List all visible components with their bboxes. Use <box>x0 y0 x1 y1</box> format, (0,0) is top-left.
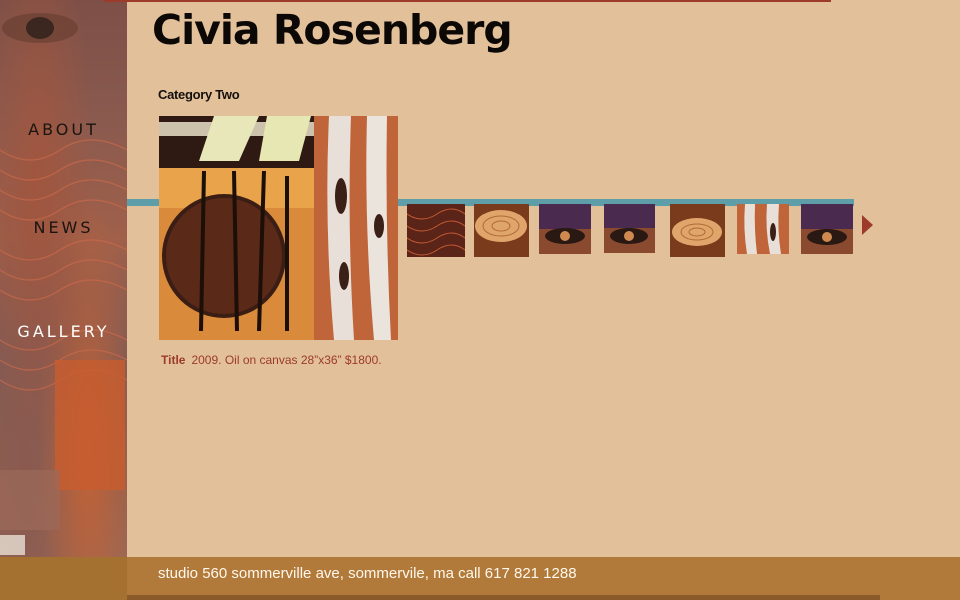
nav-news[interactable]: NEWS <box>0 218 127 237</box>
nav-gallery[interactable]: GALLERY <box>0 322 127 341</box>
thumbnail-5-image <box>672 218 722 246</box>
featured-painting-image <box>159 116 398 340</box>
thumbnail-3[interactable] <box>539 204 591 254</box>
thumbnail-7[interactable] <box>801 204 853 254</box>
next-arrow-icon[interactable] <box>862 215 873 235</box>
thumbnail-6[interactable] <box>737 204 789 254</box>
top-rule <box>104 0 831 2</box>
sidebar-painting <box>0 13 127 555</box>
artwork-details: 2009. Oil on canvas 28”x36” $1800. <box>191 353 382 367</box>
thumbnail-2-image <box>475 210 527 242</box>
thumbnail-2[interactable] <box>474 204 529 257</box>
thumbnail-7-image <box>801 229 853 254</box>
footer-rule <box>127 595 880 600</box>
thumbnail-5[interactable] <box>670 204 725 257</box>
footer-left-block <box>0 557 127 600</box>
footer-contact: studio 560 sommerville ave, sommervile, … <box>158 565 577 582</box>
nav-about[interactable]: ABOUT <box>0 120 127 139</box>
thumbnail-4-image <box>604 228 655 253</box>
thumbnail-6-image <box>744 204 781 254</box>
thumbnail-1[interactable] <box>407 204 465 257</box>
thumbnail-4[interactable] <box>604 204 655 253</box>
site-title: Civia Rosenberg <box>152 6 513 54</box>
category-label: Category Two <box>158 87 240 102</box>
featured-painting <box>159 116 398 340</box>
artwork-caption: Title 2009. Oil on canvas 28”x36” $1800. <box>161 353 382 367</box>
thumbnail-1-image <box>407 208 465 256</box>
artwork-title: Title <box>161 353 186 367</box>
sidebar-artwork <box>0 0 127 600</box>
thumbnail-3-image <box>539 228 591 254</box>
